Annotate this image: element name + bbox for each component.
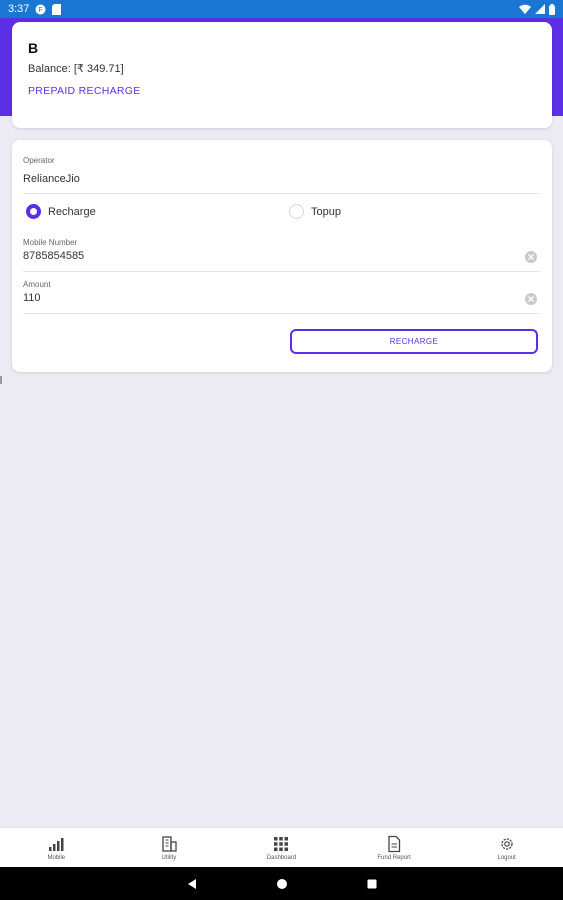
nav-label-mobile: Mobile	[47, 854, 66, 861]
app-notification-icon: F	[35, 4, 46, 14]
section-title: PREPAID RECHARGE	[28, 85, 141, 97]
nav-label-utility: Utility	[161, 854, 177, 861]
account-card: B Balance: [₹ 349.71] PREPAID RECHARGE	[12, 22, 552, 128]
sd-card-icon	[52, 3, 62, 15]
recharge-radio-label: Recharge	[48, 205, 96, 218]
signal-bars-icon	[49, 837, 64, 851]
amount-label: Amount	[23, 280, 51, 289]
nav-label-dashboard: Dashboard	[266, 854, 297, 861]
operator-label: Operator	[23, 156, 55, 165]
building-icon	[162, 835, 177, 852]
recharge-form: Operator RelianceJio Recharge Topup Mobi…	[12, 140, 552, 372]
amount-value[interactable]: 110	[23, 292, 540, 304]
nav-item-fund-report[interactable]: Fund Report	[338, 828, 451, 867]
recharge-radio-button[interactable]	[26, 204, 41, 219]
bottom-navigation: Mobile Utility Dashboard Fund Report Log…	[0, 827, 563, 867]
svg-text:F: F	[39, 7, 43, 14]
nav-item-dashboard[interactable]: Dashboard	[225, 828, 338, 867]
topup-radio-label: Topup	[311, 205, 341, 218]
mobile-number-label: Mobile Number	[23, 238, 78, 247]
operator-value: RelianceJio	[23, 173, 80, 185]
operator-field[interactable]: Operator RelianceJio	[23, 156, 540, 194]
status-time: 3:37	[8, 3, 30, 15]
wifi-icon	[519, 4, 531, 14]
nav-label-logout: Logout	[497, 854, 516, 861]
system-navigation-bar	[0, 867, 563, 900]
topup-radio-button[interactable]	[289, 204, 304, 219]
amount-field[interactable]: Amount 110	[23, 280, 540, 314]
recents-icon[interactable]	[366, 878, 378, 890]
mobile-number-field[interactable]: Mobile Number 8785854585	[23, 238, 540, 272]
back-icon[interactable]	[186, 878, 198, 890]
status-bar: 3:37 F	[0, 0, 563, 18]
recharge-button[interactable]: RECHARGE	[290, 329, 538, 354]
balance-text: Balance: [₹ 349.71]	[28, 63, 124, 75]
clear-amount-icon[interactable]	[525, 293, 537, 305]
edge-marker	[0, 376, 2, 384]
user-name: B	[28, 40, 39, 56]
nav-item-utility[interactable]: Utility	[113, 828, 226, 867]
nav-item-mobile[interactable]: Mobile	[0, 828, 113, 867]
cell-signal-icon	[535, 4, 545, 14]
battery-icon	[549, 3, 555, 15]
clear-mobile-icon[interactable]	[525, 251, 537, 263]
document-icon	[388, 835, 401, 852]
topup-radio-option[interactable]: Topup	[289, 204, 341, 219]
nav-label-fund-report: Fund Report	[377, 854, 411, 861]
nav-item-logout[interactable]: Logout	[450, 828, 563, 867]
home-icon[interactable]	[276, 878, 288, 890]
gear-icon	[501, 837, 513, 850]
grid-icon	[274, 836, 289, 851]
recharge-radio-option[interactable]: Recharge	[26, 204, 96, 219]
mobile-number-value[interactable]: 8785854585	[23, 250, 540, 262]
